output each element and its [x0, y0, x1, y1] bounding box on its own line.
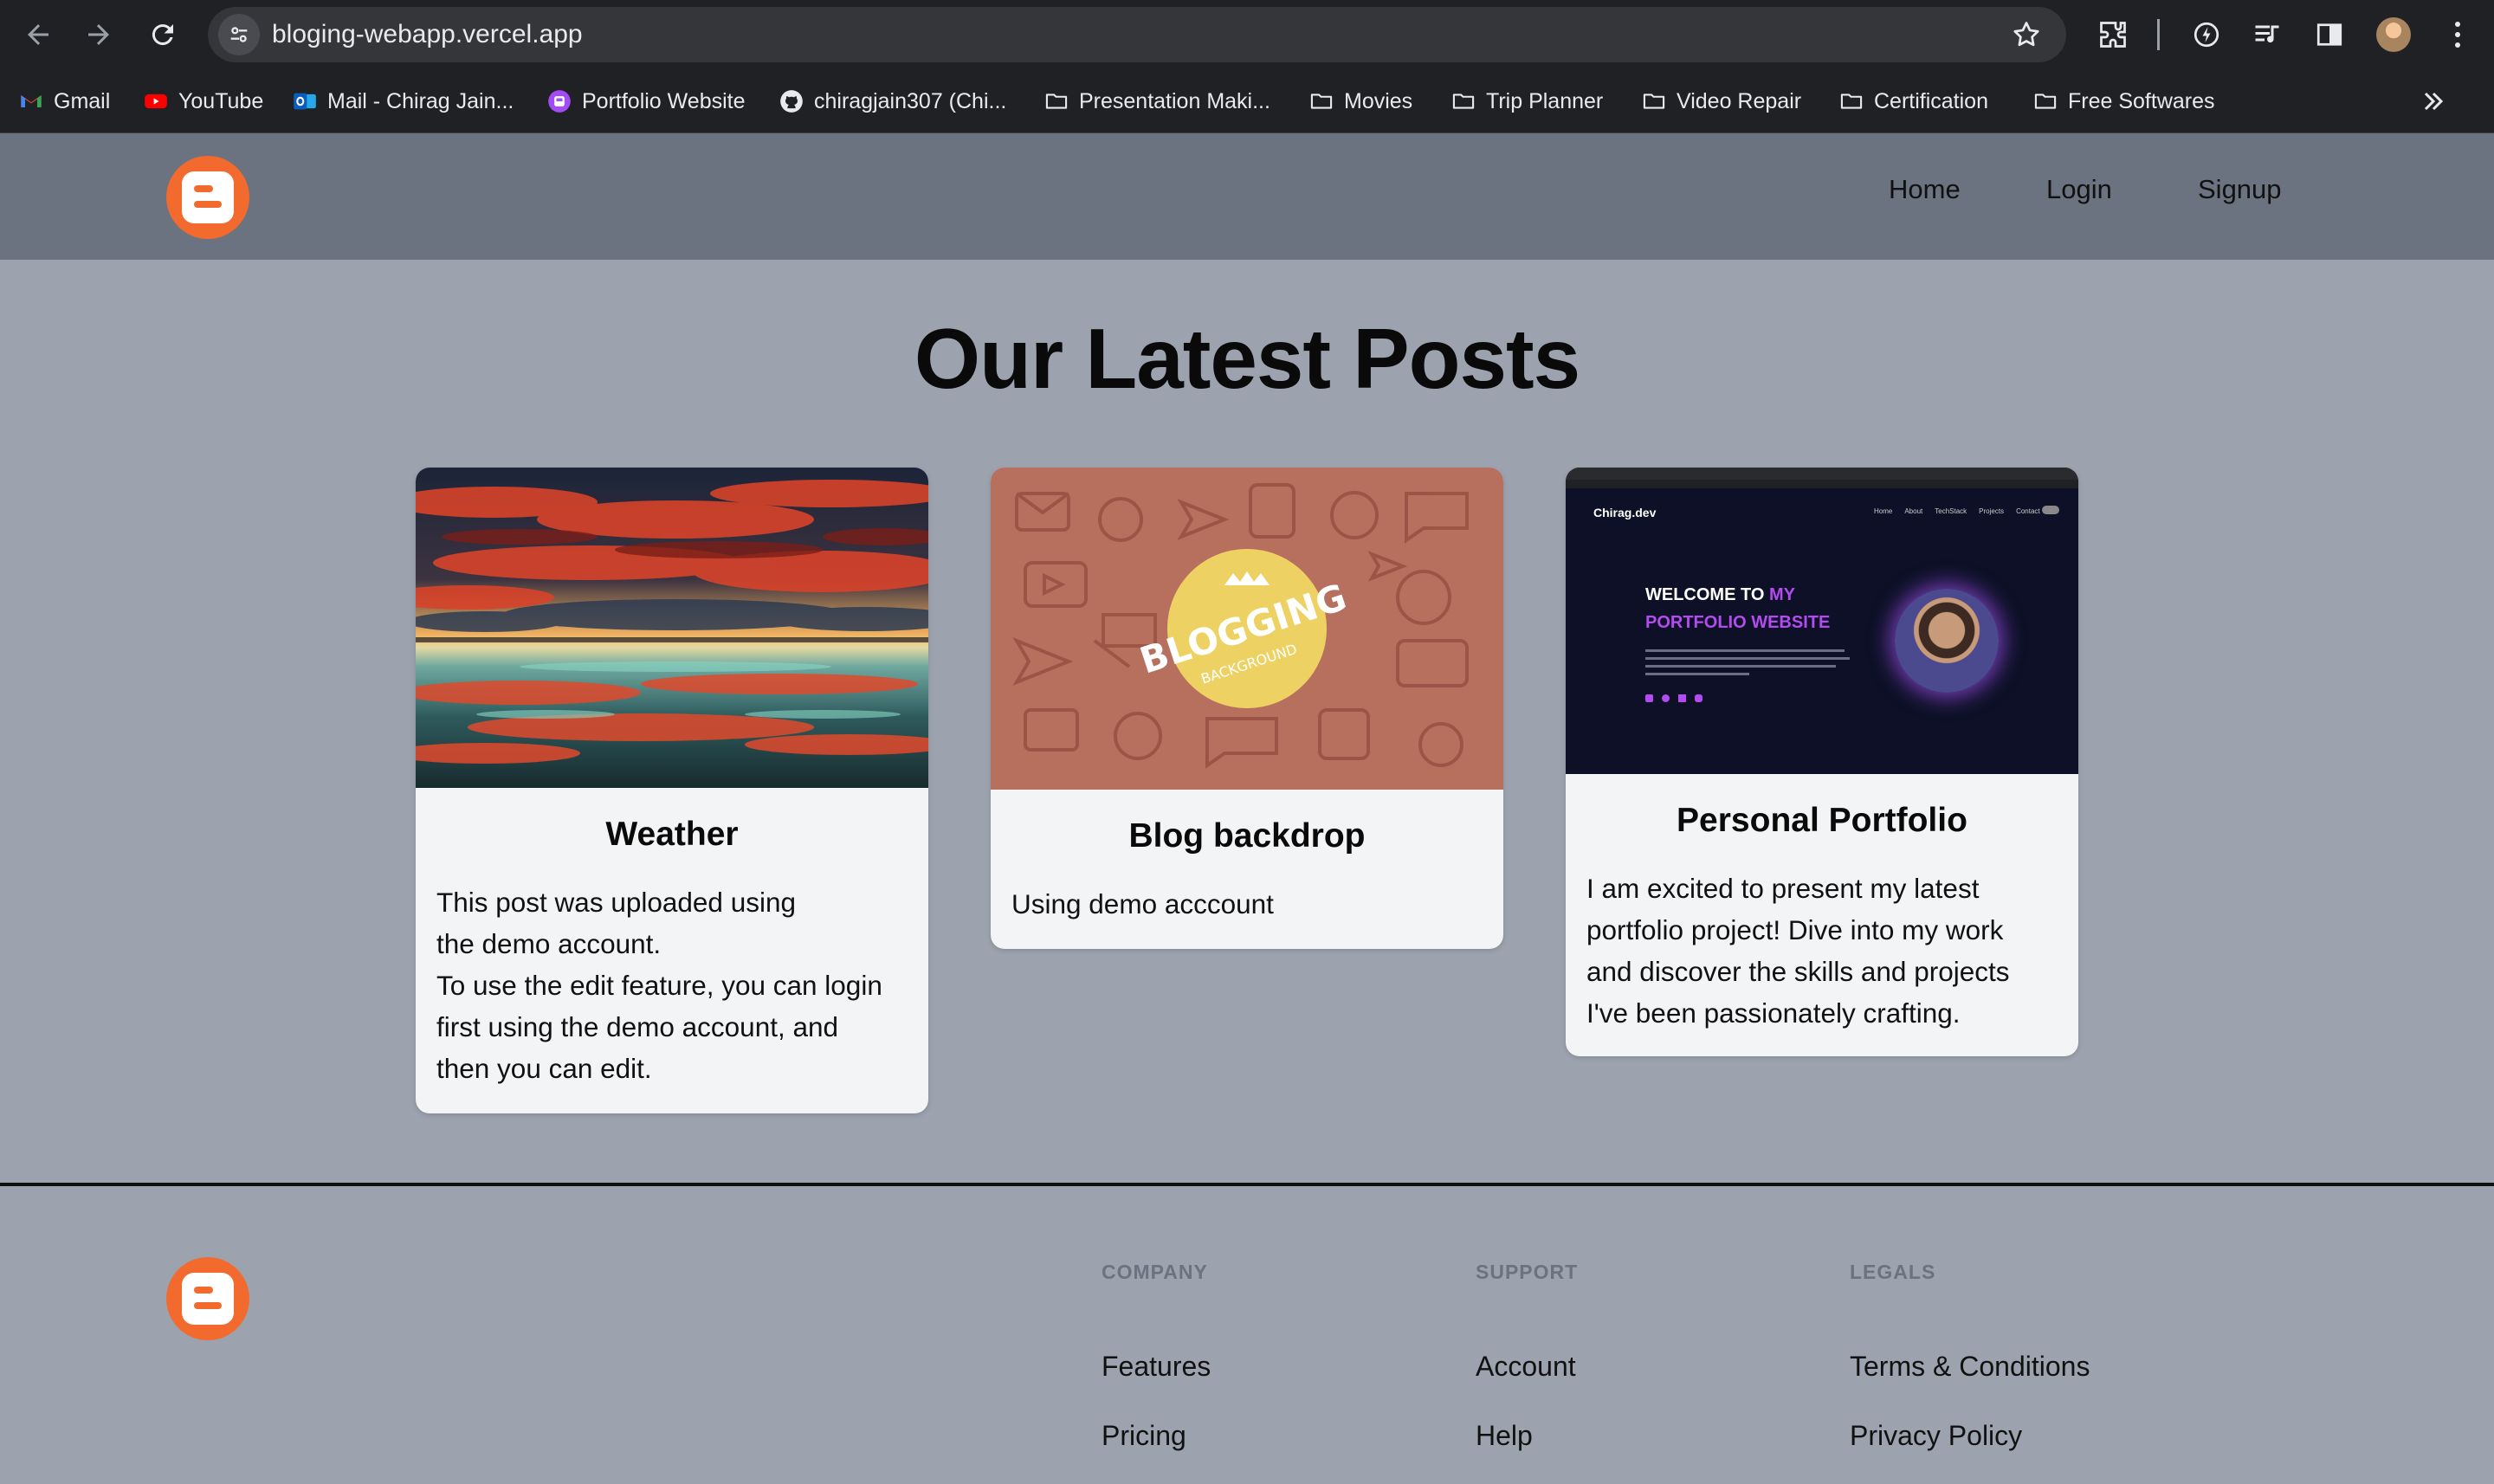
chevron-double-right-icon[interactable] [2418, 86, 2449, 117]
portfolio-brand: Chirag.dev [1593, 506, 1657, 519]
arrow-left-icon [28, 24, 48, 45]
post-card-weather[interactable]: Weather This post was uploaded using the… [416, 468, 928, 1113]
blogger-logo[interactable] [166, 156, 249, 239]
footer-heading-company: COMPANY [1102, 1261, 1208, 1283]
arrow-right-icon [88, 24, 109, 45]
footer-heading-support: SUPPORT [1476, 1261, 1579, 1283]
bookmark-gmail[interactable]: Gmail [19, 69, 110, 133]
outlook-icon [293, 89, 317, 113]
browser-menu-button[interactable] [2442, 16, 2473, 54]
post-title: Blog backdrop [1128, 817, 1366, 855]
portfolio-nav: Home About TechStack Projects Contact [1874, 507, 2040, 515]
footer-link-features[interactable]: Features [1102, 1351, 1211, 1383]
mini-bookmarks-bar [1566, 480, 2078, 488]
bookmark-github[interactable]: chiragjain307 (Chi... [779, 69, 1006, 133]
gmail-icon [19, 89, 43, 113]
bookmark-outlook-mail[interactable]: Mail - Chirag Jain... [293, 69, 514, 133]
github-icon [779, 89, 804, 113]
site-footer: COMPANY Features Pricing SUPPORT Account… [0, 1183, 2494, 1484]
blogger-icon [182, 1273, 234, 1325]
folder-icon [1642, 89, 1666, 113]
portfolio-headline-1: WELCOME TO MY [1645, 585, 1795, 604]
puzzle-icon [2100, 22, 2126, 48]
portfolio-icon [547, 89, 572, 113]
nav-signup-link[interactable]: Signup [2198, 133, 2282, 246]
bookmark-star-icon[interactable] [2011, 19, 2042, 50]
extensions-button[interactable] [2096, 17, 2130, 52]
folder-icon [1044, 89, 1069, 113]
side-panel-icon [2316, 23, 2342, 46]
address-bar[interactable]: bloging-webapp.vercel.app [208, 7, 2066, 62]
forward-button[interactable] [78, 14, 120, 55]
bookmark-folder-movies[interactable]: Movies [1309, 69, 1412, 133]
footer-heading-legals: LEGALS [1850, 1261, 1936, 1283]
toolbar-separator [2157, 19, 2160, 50]
page-title: Our Latest Posts [914, 311, 1580, 406]
nav-login-link[interactable]: Login [2046, 133, 2112, 246]
bookmark-folder-certification[interactable]: Certification [1839, 69, 1988, 133]
profile-avatar[interactable] [2376, 17, 2411, 52]
post-body: I am excited to present my latest portfo… [1586, 873, 2010, 1029]
reload-button[interactable] [142, 14, 184, 55]
post-body: This post was uploaded using the demo ac… [436, 887, 882, 1084]
tune-icon [230, 27, 248, 42]
post-title: Weather [605, 816, 739, 853]
media-control-button[interactable] [2250, 17, 2284, 52]
portfolio-intro-lines [1645, 649, 1853, 675]
playlist-music-icon [2255, 25, 2279, 43]
lightning-circle-icon [2194, 22, 2219, 48]
footer-link-help[interactable]: Help [1476, 1420, 1533, 1452]
post-title: Personal Portfolio [1677, 802, 1967, 839]
post-image-blog-backdrop: BLOGGING BACKGROUND [991, 468, 1503, 790]
portfolio-headline-2: PORTFOLIO WEBSITE [1645, 613, 1831, 632]
post-card-personal-portfolio[interactable]: Chirag.dev Home About TechStack Projects… [1566, 468, 2078, 1056]
portfolio-avatar [1895, 589, 1999, 693]
portfolio-social-icons [1645, 694, 1703, 702]
mini-browser-bar [1566, 468, 2078, 480]
bookmark-youtube[interactable]: YouTube [144, 69, 263, 133]
post-body: Using demo acccount [1011, 888, 1274, 919]
post-card-blog-backdrop[interactable]: BLOGGING BACKGROUND Blog backdrop Using … [991, 468, 1503, 949]
youtube-icon [144, 89, 168, 113]
nav-home-link[interactable]: Home [1889, 133, 1961, 246]
side-panel-button[interactable] [2312, 17, 2347, 52]
bookmark-portfolio-website[interactable]: Portfolio Website [547, 69, 746, 133]
footer-link-pricing[interactable]: Pricing [1102, 1420, 1186, 1452]
bookmark-folder-trip-planner[interactable]: Trip Planner [1451, 69, 1603, 133]
folder-icon [1839, 89, 1864, 113]
folder-icon [1451, 89, 1476, 113]
browser-toolbar: bloging-webapp.vercel.app [0, 0, 2494, 69]
bookmarks-bar: Gmail YouTube Mail - Chirag Jain... Port… [0, 69, 2494, 133]
bookmark-folder-free-softwares[interactable]: Free Softwares [2033, 69, 2215, 133]
main-content: Our Latest Posts Weather This post was u… [0, 260, 2494, 1183]
footer-link-terms[interactable]: Terms & Conditions [1850, 1351, 2090, 1383]
theme-toggle [2042, 506, 2059, 514]
site-info-button[interactable] [218, 14, 260, 55]
footer-link-account[interactable]: Account [1476, 1351, 1576, 1383]
bookmark-folder-video-repair[interactable]: Video Repair [1642, 69, 1801, 133]
blogger-icon [182, 171, 234, 223]
folder-icon [1309, 89, 1334, 113]
footer-blogger-logo[interactable] [166, 1257, 249, 1340]
post-image-portfolio: Chirag.dev Home About TechStack Projects… [1566, 468, 2078, 774]
post-image-weather [416, 468, 928, 788]
site-header: Home Login Signup [0, 133, 2494, 260]
bookmark-folder-presentation[interactable]: Presentation Maki... [1044, 69, 1270, 133]
reload-icon [152, 24, 173, 46]
folder-icon [2033, 89, 2058, 113]
footer-link-privacy[interactable]: Privacy Policy [1850, 1420, 2022, 1452]
back-button[interactable] [17, 14, 59, 55]
performance-button[interactable] [2189, 17, 2224, 52]
url-text[interactable]: bloging-webapp.vercel.app [272, 7, 583, 62]
